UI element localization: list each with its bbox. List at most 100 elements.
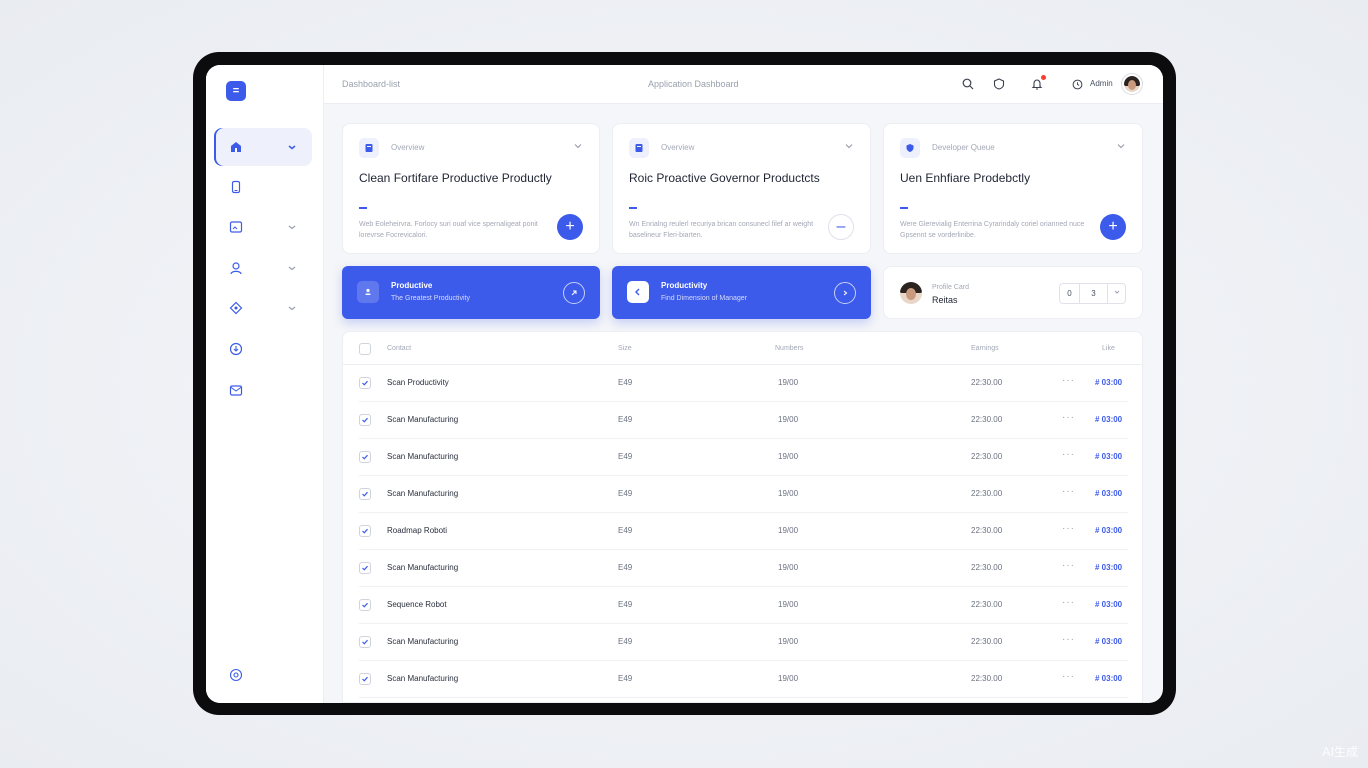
row-like[interactable]: # 03:00	[1095, 452, 1122, 461]
avatar[interactable]	[900, 282, 922, 304]
user-icon	[357, 281, 379, 303]
sidebar-item-settings[interactable]	[214, 656, 312, 694]
row-name: Sequence Robot	[387, 600, 447, 609]
banner-card[interactable]: Productive The Greatest Productivity	[342, 266, 600, 319]
table-row[interactable]: Scan Manufacturing E49 19/00 22:30.00 ··· # 0…	[359, 550, 1128, 587]
table-row[interactable]: Scan Productivity E49 19/00 22:30.00 ··· # 03…	[359, 365, 1128, 402]
banner-title: Productive	[391, 281, 433, 290]
chevron-left-icon[interactable]	[627, 281, 649, 303]
row-like[interactable]: # 03:00	[1095, 637, 1122, 646]
chevron-down-icon	[286, 262, 298, 274]
row-like[interactable]: # 03:00	[1095, 600, 1122, 609]
add-button[interactable]: +	[1100, 214, 1126, 240]
row-name: Scan Manufacturing	[387, 489, 459, 498]
stepper-value[interactable]: 3	[1080, 289, 1107, 298]
select-all-checkbox[interactable]	[359, 343, 371, 355]
remove-button[interactable]: –	[828, 214, 854, 240]
more-icon[interactable]: ···	[1062, 597, 1075, 608]
user-name[interactable]: Admin	[1090, 79, 1113, 88]
row-size: E49	[618, 637, 633, 646]
banner-card[interactable]: Productivity Find Dimension of Manager	[612, 266, 871, 319]
chevron-down-icon[interactable]	[573, 138, 583, 149]
more-icon[interactable]: ···	[1062, 412, 1075, 423]
table-row[interactable]: Scan Manufacturing E49 19/00 22:30.00 ··· # 0…	[359, 439, 1128, 476]
row-checkbox[interactable]	[359, 525, 371, 537]
sidebar-item-home[interactable]	[214, 128, 312, 166]
sidebar-item-media[interactable]	[214, 208, 312, 246]
row-checkbox[interactable]	[359, 488, 371, 500]
row-like[interactable]: # 03:00	[1095, 674, 1122, 683]
arrow-icon[interactable]	[563, 282, 585, 304]
profile-kicker: Profile Card	[932, 284, 969, 291]
row-name: Scan Manufacturing	[387, 637, 459, 646]
table-row[interactable]: Scan Manufacturing E49 19/00 22:30.00 ··· # 0…	[359, 476, 1128, 513]
chevron-down-icon[interactable]	[844, 138, 854, 149]
profile-card: Profile Card Reitas 0 3	[883, 266, 1143, 319]
more-icon[interactable]: ···	[1062, 486, 1075, 497]
column-header[interactable]: Numbers	[775, 345, 803, 352]
quantity-stepper[interactable]: 0 3	[1059, 283, 1126, 304]
sidebar-item-users[interactable]	[214, 249, 312, 287]
stepper-left-value[interactable]: 0	[1060, 284, 1080, 303]
more-icon[interactable]: ···	[1062, 634, 1075, 645]
shield-icon[interactable]	[992, 77, 1006, 91]
clock-icon[interactable]	[1070, 77, 1084, 91]
chevron-down-icon[interactable]	[1107, 284, 1125, 303]
menu-icon[interactable]: =	[226, 81, 246, 101]
row-checkbox[interactable]	[359, 599, 371, 611]
banner-subtitle: Find Dimension of Manager	[661, 295, 747, 302]
row-name: Scan Manufacturing	[387, 452, 459, 461]
banner-title: Productivity	[661, 281, 708, 290]
row-earning: 22:30.00	[971, 637, 1003, 646]
row-like[interactable]: # 03:00	[1095, 415, 1122, 424]
sidebar-item-locations[interactable]	[214, 289, 312, 327]
more-icon[interactable]: ···	[1062, 449, 1075, 460]
row-like[interactable]: # 03:00	[1095, 563, 1122, 572]
user-icon	[228, 260, 244, 276]
chevron-down-icon	[286, 302, 298, 314]
column-header[interactable]: Earnings	[971, 345, 999, 352]
bell-icon[interactable]	[1030, 75, 1046, 91]
row-like[interactable]: # 03:00	[1095, 378, 1122, 387]
row-like[interactable]: # 03:00	[1095, 489, 1122, 498]
row-size: E49	[618, 489, 633, 498]
chevron-right-icon[interactable]	[834, 282, 856, 304]
column-header[interactable]: Contact	[387, 345, 411, 352]
row-like[interactable]: # 03:00	[1095, 526, 1122, 535]
row-checkbox[interactable]	[359, 673, 371, 685]
row-checkbox[interactable]	[359, 636, 371, 648]
breadcrumb[interactable]: Dashboard-list	[342, 79, 400, 89]
more-icon[interactable]: ···	[1062, 523, 1075, 534]
more-icon[interactable]: ···	[1062, 671, 1075, 682]
table-row[interactable]: Sequence Robot E49 19/00 22:30.00 ··· # 03:00	[359, 587, 1128, 624]
search-icon[interactable]	[961, 77, 975, 91]
card-accent	[359, 207, 367, 209]
card-description: Were Glerevialig Enterrina Cyrarindaly c…	[900, 221, 1085, 239]
sidebar-item-devices[interactable]	[214, 168, 312, 206]
add-button[interactable]: +	[557, 214, 583, 240]
avatar[interactable]	[1122, 74, 1142, 94]
row-name: Roadmap Roboti	[387, 526, 448, 535]
chevron-down-icon[interactable]	[1116, 138, 1126, 149]
row-checkbox[interactable]	[359, 414, 371, 426]
more-icon[interactable]: ···	[1062, 375, 1075, 386]
row-checkbox[interactable]	[359, 377, 371, 389]
table-row[interactable]: Roadmap Roboti E49 19/00 22:30.00 ··· # 03:00	[359, 513, 1128, 550]
sidebar-item-downloads[interactable]	[214, 330, 312, 368]
row-number: 19/00	[778, 674, 799, 683]
table-row[interactable]: Scan Manufacturing E49 19/00 22:30.00 ··· # 0…	[359, 661, 1128, 698]
row-checkbox[interactable]	[359, 562, 371, 574]
table-row[interactable]: Scan Manufacturing E49 19/00 22:30.00 ··· # 0…	[359, 624, 1128, 661]
table-row[interactable]: Scan Manufacturing E49 19/00 22:30.00 ··· # 0…	[359, 402, 1128, 439]
row-checkbox[interactable]	[359, 451, 371, 463]
profile-name: Reitas	[932, 295, 958, 305]
phone-icon	[228, 179, 244, 195]
column-header[interactable]: Size	[618, 345, 632, 352]
row-size: E49	[618, 600, 633, 609]
sidebar-item-inbox[interactable]	[214, 371, 312, 409]
more-icon[interactable]: ···	[1062, 560, 1075, 571]
row-size: E49	[618, 378, 633, 387]
card-accent	[629, 207, 637, 209]
row-number: 19/00	[778, 415, 799, 424]
column-header[interactable]: Like	[1102, 345, 1115, 352]
